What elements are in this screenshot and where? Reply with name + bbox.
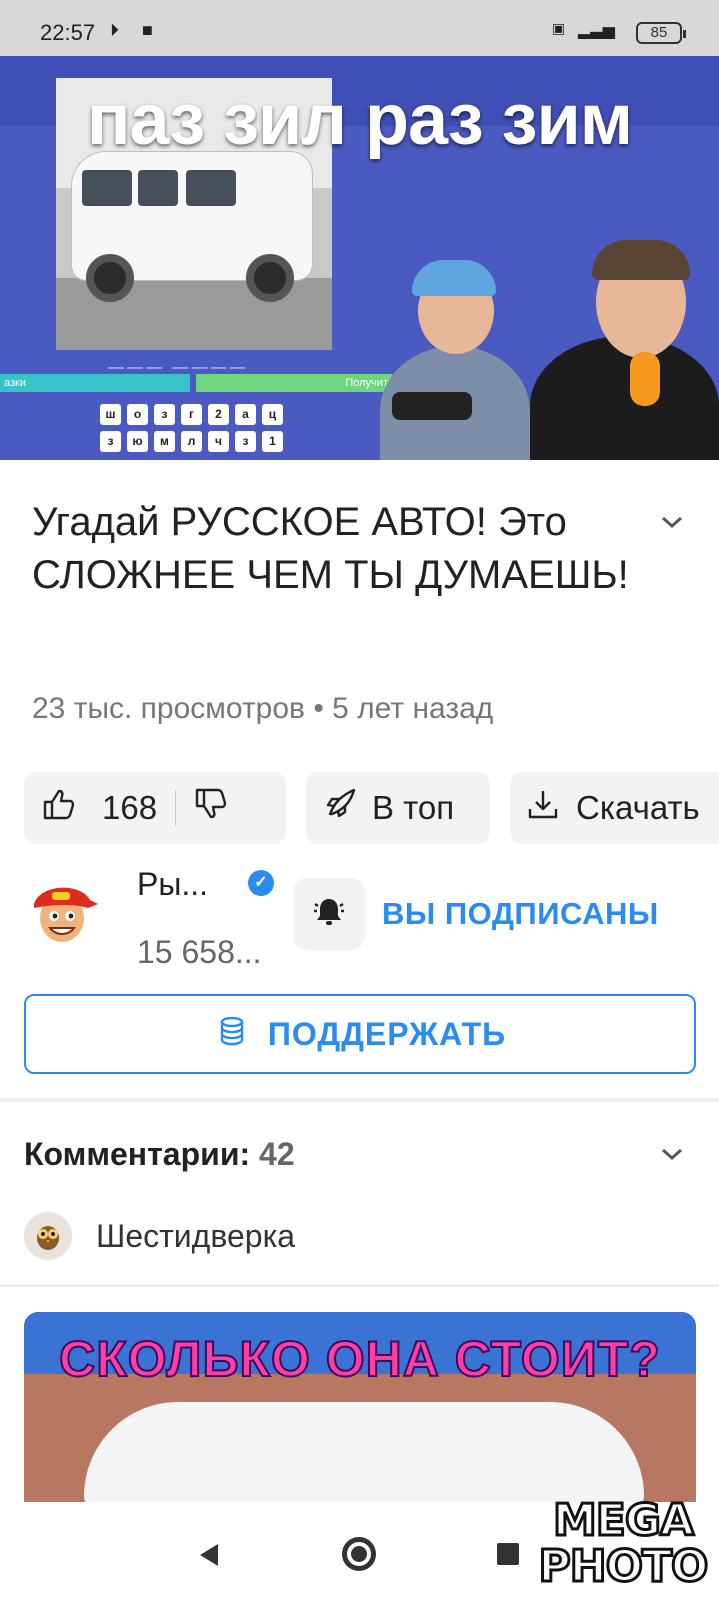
download-label: Скачать <box>576 789 700 826</box>
watermark-line: MEGA <box>551 1495 695 1546</box>
hint-bar: азки <box>0 374 190 392</box>
play-icon: ⏵ <box>110 20 119 40</box>
letter-tile: 2 <box>208 404 229 425</box>
home-icon[interactable] <box>342 1537 376 1571</box>
thumbs-down-icon[interactable] <box>194 787 228 829</box>
support-label: ПОДДЕРЖАТЬ <box>267 1015 507 1052</box>
channel-avatar[interactable] <box>26 876 98 948</box>
owl-icon <box>24 1212 72 1260</box>
letter-tile: о <box>127 404 148 425</box>
download-button[interactable]: Скачать <box>510 772 719 844</box>
watermark-line: PHOTO <box>537 1541 710 1592</box>
letter-tile: ш <box>100 404 121 425</box>
divider <box>175 790 177 826</box>
hair <box>592 240 690 280</box>
watermark-logo: MEGA PHOTO <box>530 1495 716 1592</box>
chevron-down-icon[interactable] <box>660 510 684 536</box>
video-player[interactable]: ——— ———— азки Получит ш о з г 2 а ц з ю … <box>0 56 719 460</box>
camera-icon: ■ <box>142 20 153 40</box>
download-icon <box>526 787 560 829</box>
cap <box>412 260 496 296</box>
video-caption: паз зил раз зим <box>86 80 633 160</box>
volte-icon: ▣ <box>552 20 566 36</box>
letter-tile: м <box>154 431 175 452</box>
letter-tile: ю <box>127 431 148 452</box>
letter-tile: з <box>235 431 256 452</box>
letter-tile: г <box>181 404 202 425</box>
comments-count: 42 <box>259 1136 295 1172</box>
support-button[interactable]: ПОДДЕРЖАТЬ <box>24 994 696 1074</box>
chevron-down-icon[interactable] <box>660 1142 684 1168</box>
letter-grid: ш о з г 2 а ц з ю м л ч з 1 <box>100 404 290 458</box>
letter-tile: ч <box>208 431 229 452</box>
presenter-adult <box>530 336 719 460</box>
battery-indicator: 85 <box>636 22 686 44</box>
signal-icon: ▂▃▅ <box>578 22 615 39</box>
boost-label: В топ <box>372 789 455 826</box>
notification-bell-button[interactable] <box>293 878 365 950</box>
boost-button[interactable]: В топ <box>306 772 490 844</box>
like-count[interactable]: 168 <box>102 789 157 827</box>
video-meta: 23 тыс. просмотров • 5 лет назад <box>32 692 494 725</box>
next-video-title: СКОЛЬКО ОНА СТОИТ? <box>58 1330 661 1388</box>
battery-level: 85 <box>650 24 668 41</box>
letter-row: з ю м л ч з 1 <box>100 431 290 452</box>
verified-icon: ✓ <box>248 870 274 896</box>
status-bar: 22:57 ⏵ ■ ▣ ▂▃▅ 85 <box>0 0 719 56</box>
section-divider <box>0 1284 719 1287</box>
thumbs-up-icon[interactable] <box>42 787 76 829</box>
car-image <box>84 1402 644 1502</box>
letter-row: ш о з г 2 а ц <box>100 404 290 425</box>
video-title: Угадай РУССКОЕ АВТО! Это СЛОЖНЕЕ ЧЕМ ТЫ … <box>32 500 629 597</box>
status-time: 22:57 <box>40 20 96 45</box>
letter-tile: з <box>100 431 121 452</box>
channel-name[interactable]: Ры... <box>137 866 208 903</box>
bell-icon <box>311 894 347 935</box>
microphone <box>630 352 660 406</box>
letter-tile: 1 <box>262 431 283 452</box>
playlist-label[interactable]: Шестидверка <box>96 1218 295 1255</box>
letter-tile: з <box>154 404 175 425</box>
rocket-icon <box>322 786 358 830</box>
comments-label: Комментарии: <box>24 1136 251 1172</box>
back-icon[interactable] <box>196 1542 220 1573</box>
recent-apps-icon[interactable] <box>497 1543 519 1565</box>
subscriber-count: 15 658... <box>137 934 262 970</box>
letter-tile: ц <box>262 404 283 425</box>
coins-icon <box>214 1012 250 1056</box>
microphone <box>392 392 472 420</box>
section-divider <box>0 1098 719 1102</box>
reward-bar: Получит <box>196 374 396 392</box>
next-video-thumbnail[interactable]: СКОЛЬКО ОНА СТОИТ? <box>24 1312 696 1502</box>
subscribed-button[interactable]: ВЫ ПОДПИСАНЫ <box>382 896 659 932</box>
letter-tile: а <box>235 404 256 425</box>
letter-tile: л <box>181 431 202 452</box>
comments-header[interactable]: Комментарии: 42 <box>24 1136 295 1173</box>
like-dislike-group: 168 <box>24 772 286 844</box>
